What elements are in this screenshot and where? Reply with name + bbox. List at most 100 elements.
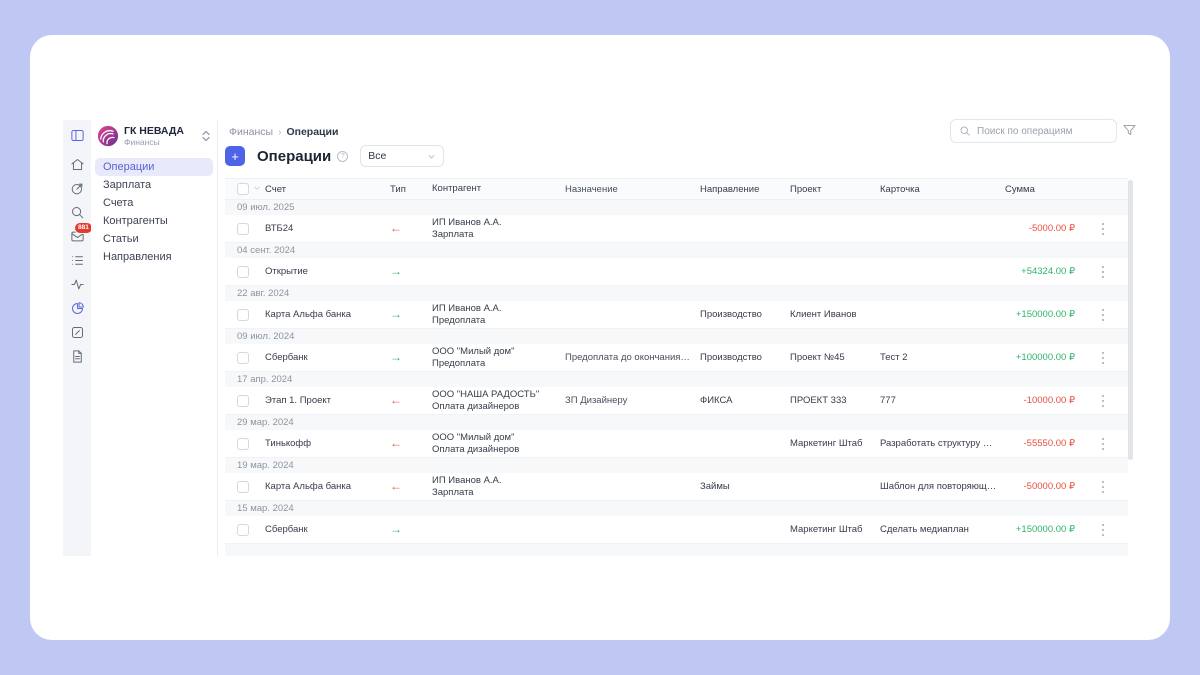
column-header-account[interactable]: Счет [265,184,390,195]
contragent-name: ИП Иванов А.А. [432,303,557,315]
date-group-header-clipped [225,544,1128,556]
row-menu-kebab-icon[interactable] [1096,522,1110,538]
table-row[interactable]: Сбербанк → ООО "Милый дом" Предоплата Пр… [225,344,1128,372]
column-header-purpose[interactable]: Назначение [565,184,700,195]
date-group-header: 09 июл. 2024 [225,329,1128,344]
table-row[interactable]: Этап 1. Проект ← ООО "НАША РАДОСТЬ" Опла… [225,387,1128,415]
group-date-label: 15 мар. 2024 [237,503,294,514]
chevron-down-icon [427,152,436,161]
table-row[interactable]: Карта Альфа банка ← ИП Иванов А.А. Зарпл… [225,473,1128,501]
breadcrumb: Финансы › Операции [229,126,338,138]
activity-icon[interactable] [65,272,89,296]
search-nav-icon[interactable] [65,200,89,224]
operation-type-arrow-icon: ← [390,480,402,493]
cell-account: Сбербанк [265,524,390,535]
home-icon[interactable] [65,152,89,176]
pie-chart-icon[interactable] [65,296,89,320]
add-operation-button[interactable]: + [225,146,245,166]
row-checkbox[interactable] [237,309,249,321]
row-menu-kebab-icon[interactable] [1096,393,1110,409]
cell-project: Клиент Иванов [790,309,880,320]
operation-type-arrow-icon: ← [390,222,402,235]
icon-rail: 881 [63,120,91,556]
sidebar-item-articles[interactable]: Статьи [95,230,213,248]
date-group-header: 17 апр. 2024 [225,372,1128,387]
filter-icon[interactable] [1122,123,1138,139]
search-input[interactable] [977,126,1108,137]
row-menu-kebab-icon[interactable] [1096,307,1110,323]
select-all-checkbox[interactable] [237,183,249,195]
row-checkbox[interactable] [237,395,249,407]
sidebar-item-salary[interactable]: Зарплата [95,176,213,194]
cell-contragent: ООО "НАША РАДОСТЬ" Оплата дизайнеров [432,389,565,413]
sidebar-toggle-icon[interactable] [65,123,89,147]
page-title: Операции [257,148,331,165]
row-menu-kebab-icon[interactable] [1096,350,1110,366]
org-switcher[interactable]: ГК НЕВАДА Финансы [91,120,217,148]
select-menu-chevron-icon[interactable] [253,184,261,195]
cell-card: Шаблон для повторяющихс... [880,481,1005,492]
table-header: Счет Тип Контрагент Назначение Направлен… [225,178,1128,200]
column-header-type[interactable]: Тип [390,184,432,195]
group-date-label: 09 июл. 2024 [237,331,294,342]
contragent-name: ООО "Милый дом" [432,432,557,444]
operations-filter-select[interactable]: Все [360,145,444,167]
mail-icon[interactable]: 881 [65,224,89,248]
breadcrumb-parent[interactable]: Финансы [229,126,273,138]
column-header-card[interactable]: Карточка [880,184,1005,195]
cell-project: ПРОЕКТ 333 [790,395,880,406]
cell-card: Сделать медиаплан [880,524,1005,535]
operation-type-arrow-icon: → [390,265,402,278]
table-row[interactable]: Тинькофф ← ООО "Милый дом" Оплата дизайн… [225,430,1128,458]
row-checkbox[interactable] [237,524,249,536]
column-header-project[interactable]: Проект [790,184,880,195]
cell-contragent: ИП Иванов А.А. Предоплата [432,303,565,327]
row-menu-kebab-icon[interactable] [1096,436,1110,452]
column-header-amount[interactable]: Сумма [1005,184,1083,195]
column-header-contragent[interactable]: Контрагент [432,183,565,195]
row-checkbox[interactable] [237,438,249,450]
cell-purpose: Предоплата до окончания прое... [565,352,700,363]
operations-table: Счет Тип Контрагент Назначение Направлен… [225,178,1128,556]
sidebar-item-counterparties[interactable]: Контрагенты [95,212,213,230]
cell-account: ВТБ24 [265,223,390,234]
cell-amount: +150000.00 ₽ [1016,524,1075,535]
sidebar-item-accounts[interactable]: Счета [95,194,213,212]
row-menu-kebab-icon[interactable] [1096,264,1110,280]
table-row[interactable]: Сбербанк → Маркетинг Штаб Сделать медиап… [225,516,1128,544]
sidebar-item-operations[interactable]: Операции [95,158,213,176]
table-row[interactable]: Карта Альфа банка → ИП Иванов А.А. Предо… [225,301,1128,329]
cell-contragent: ИП Иванов А.А. Зарплата [432,475,565,499]
list-icon[interactable] [65,248,89,272]
cell-direction: Производство [700,352,790,363]
cell-amount: +54324.00 ₽ [1021,266,1075,277]
date-group-header: 04 сент. 2024 [225,243,1128,258]
row-checkbox[interactable] [237,223,249,235]
contragent-name: ИП Иванов А.А. [432,217,557,229]
contragent-sub: Предоплата [432,358,557,370]
row-menu-kebab-icon[interactable] [1096,479,1110,495]
cell-amount: -5000.00 ₽ [1029,223,1075,234]
org-name: ГК НЕВАДА [124,125,201,137]
contragent-sub: Оплата дизайнеров [432,401,557,413]
goal-icon[interactable] [65,176,89,200]
column-header-direction[interactable]: Направление [700,184,790,195]
sidebar-item-directions[interactable]: Направления [95,248,213,266]
cell-project: Маркетинг Штаб [790,438,880,449]
row-menu-kebab-icon[interactable] [1096,221,1110,237]
row-checkbox[interactable] [237,352,249,364]
document-icon[interactable] [65,344,89,368]
group-date-label: 09 июл. 2025 [237,202,294,213]
row-checkbox[interactable] [237,481,249,493]
promo-icon[interactable] [65,320,89,344]
row-checkbox[interactable] [237,266,249,278]
info-icon[interactable]: ? [337,151,348,162]
cell-direction: Займы [700,481,790,492]
table-row[interactable]: Открытие → +54324.00 ₽ [225,258,1128,286]
contragent-sub: Оплата дизайнеров [432,444,557,456]
cell-contragent: ИП Иванов А.А. Зарплата [432,217,565,241]
table-row[interactable]: ВТБ24 ← ИП Иванов А.А. Зарплата -5000.00… [225,215,1128,243]
date-group-header: 22 авг. 2024 [225,286,1128,301]
vertical-scrollbar[interactable] [1128,180,1133,460]
cell-purpose: ЗП Дизайнеру [565,395,700,406]
